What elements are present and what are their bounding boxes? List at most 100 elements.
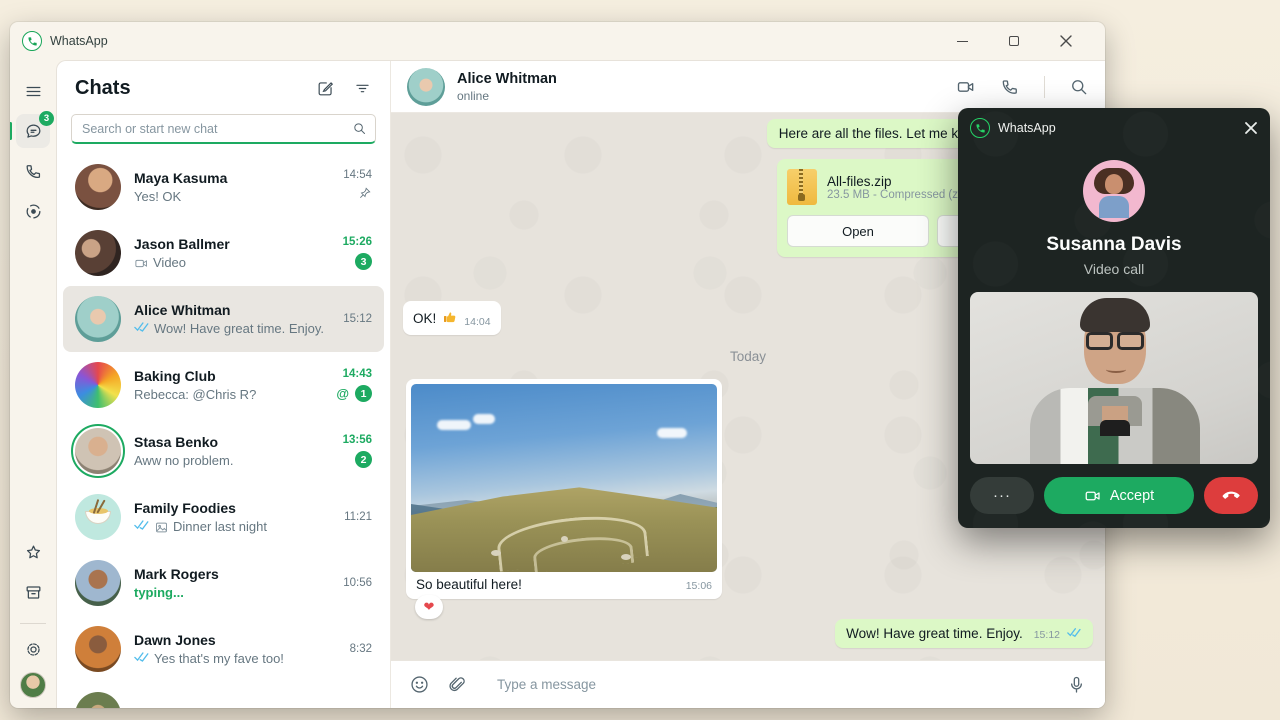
- chat-row-alice-whitman[interactable]: Alice Whitman Wow! Have great time. Enjo…: [63, 286, 384, 352]
- chat-time: 11:21: [344, 511, 372, 523]
- whatsapp-window: WhatsApp 3: [10, 22, 1105, 708]
- chat-time: 15:26: [343, 236, 372, 248]
- avatar: [75, 494, 121, 540]
- chats-title: Chats: [75, 77, 131, 100]
- avatar: [75, 296, 121, 342]
- avatar: [75, 164, 121, 210]
- close-window-button[interactable]: [1053, 28, 1079, 54]
- message-input[interactable]: [483, 677, 1050, 692]
- chat-row-stasa-benko[interactable]: Stasa Benko Aww no problem. 13:56 2: [63, 418, 384, 484]
- glasses: [1086, 332, 1144, 350]
- menu-icon[interactable]: [16, 74, 50, 108]
- message-text: OK!: [413, 311, 436, 326]
- chat-name: Dawn Jones: [134, 630, 328, 650]
- unread-badge: 1: [355, 385, 372, 402]
- attach-icon[interactable]: [446, 674, 467, 695]
- maximize-button[interactable]: [1001, 28, 1027, 54]
- thumbs-up-icon: [442, 309, 458, 328]
- search-conversation-icon[interactable]: [1069, 77, 1089, 97]
- video-icon: [134, 256, 149, 271]
- emoji-icon[interactable]: [409, 674, 430, 695]
- chat-name: Jason Ballmer: [134, 234, 328, 254]
- zip-file-icon: [787, 169, 817, 205]
- popup-app-title: WhatsApp: [998, 121, 1056, 135]
- chat-row-dawn-jones[interactable]: Dawn Jones Yes that's my fave too! 8:32: [63, 616, 384, 682]
- read-ticks-icon: [134, 650, 150, 668]
- chat-name: Baking Club: [134, 366, 328, 386]
- starred-messages-icon[interactable]: [16, 535, 50, 569]
- avatar: [75, 230, 121, 276]
- pinned-icon: [358, 186, 372, 205]
- chat-name: Stasa Benko: [134, 432, 328, 452]
- chat-time: 14:43: [343, 368, 372, 380]
- landscape-photo[interactable]: [411, 384, 717, 572]
- photo-icon: [154, 520, 169, 535]
- profile-avatar[interactable]: [20, 672, 46, 698]
- conversation-header: Alice Whitman online: [391, 61, 1105, 113]
- message-text: Wow! Have great time. Enjoy.: [846, 626, 1023, 641]
- calls-tab-icon[interactable]: [16, 154, 50, 188]
- chat-name: Family Foodies: [134, 498, 328, 518]
- chat-name: Mark Rogers: [134, 564, 328, 584]
- filter-chats-icon[interactable]: [353, 79, 372, 98]
- outgoing-message-wow[interactable]: Wow! Have great time. Enjoy. 15:12: [835, 619, 1093, 648]
- whatsapp-logo-icon: [970, 118, 990, 138]
- message-time: 15:06: [686, 580, 712, 592]
- video-icon: [1084, 487, 1102, 505]
- chat-row-family-foodies[interactable]: Family Foodies Dinner last night 11:21: [63, 484, 384, 550]
- archived-chats-icon[interactable]: [16, 575, 50, 609]
- heart-icon: ❤: [424, 599, 435, 615]
- heart-reaction[interactable]: ❤: [415, 595, 443, 619]
- conversation-avatar[interactable]: [407, 68, 445, 106]
- message-time: 15:12: [1034, 629, 1060, 641]
- call-more-options-button[interactable]: ···: [970, 477, 1034, 514]
- chat-preview: Wow! Have great time. Enjoy.: [154, 320, 324, 338]
- read-ticks-icon: [1067, 626, 1082, 641]
- chat-time: 15:12: [343, 313, 372, 325]
- chat-name: Alice Whitman: [134, 300, 328, 320]
- message-composer: [391, 660, 1105, 708]
- chats-tab-icon[interactable]: 3: [16, 114, 50, 148]
- chat-preview: Aww no problem.: [134, 452, 233, 470]
- chat-row-maya-kasuma[interactable]: Maya Kasuma Yes! OK 14:54: [63, 154, 384, 220]
- app-title: WhatsApp: [50, 34, 108, 48]
- read-ticks-icon: [134, 518, 150, 536]
- chat-name: Maya Kasuma: [134, 168, 328, 188]
- accept-call-button[interactable]: Accept: [1044, 477, 1194, 514]
- voice-call-icon[interactable]: [1000, 77, 1020, 97]
- settings-gear-icon[interactable]: [16, 632, 50, 666]
- minimize-button[interactable]: [949, 28, 975, 54]
- caller-video-preview: [970, 292, 1258, 464]
- open-file-button[interactable]: Open: [787, 215, 929, 247]
- incoming-message-ok[interactable]: OK! 14:04: [403, 301, 501, 335]
- chat-list: Maya Kasuma Yes! OK 14:54 Jason Ballmer: [57, 154, 390, 708]
- close-popup-icon[interactable]: [1244, 121, 1258, 135]
- unread-badge: 2: [355, 451, 372, 468]
- video-call-icon[interactable]: [956, 77, 976, 97]
- decline-call-button[interactable]: [1204, 477, 1258, 514]
- chat-time: 8:32: [350, 643, 372, 655]
- photo-caption: So beautiful here!: [416, 577, 522, 592]
- titlebar: WhatsApp: [10, 22, 1105, 60]
- read-ticks-icon: [134, 320, 150, 338]
- typing-indicator: typing...: [134, 584, 184, 602]
- chats-unread-badge: 3: [39, 111, 54, 126]
- chat-row-jason-ballmer[interactable]: Jason Ballmer Video 15:26 3: [63, 220, 384, 286]
- new-chat-icon[interactable]: [316, 79, 335, 98]
- chat-row-baking-club[interactable]: Baking Club Rebecca: @Chris R? 14:43 @ 1: [63, 352, 384, 418]
- chat-preview: Video: [153, 254, 186, 272]
- chat-row-mark-rogers[interactable]: Mark Rogers typing... 10:56: [63, 550, 384, 616]
- photo-message[interactable]: So beautiful here! 15:06: [406, 379, 722, 599]
- chat-time: 10:56: [343, 577, 372, 589]
- mic-icon[interactable]: [1066, 674, 1087, 695]
- whatsapp-logo-icon: [22, 31, 42, 51]
- chat-row-ziggy-woodley[interactable]: Ziggy Woodley 8:12: [63, 682, 384, 708]
- chat-preview: Yes that's my fave too!: [154, 650, 284, 668]
- conversation-name: Alice Whitman: [457, 70, 557, 88]
- status-tab-icon[interactable]: [16, 194, 50, 228]
- avatar: [75, 362, 121, 408]
- file-name: All-files.zip: [827, 174, 973, 189]
- search-input[interactable]: [71, 114, 376, 144]
- caller-avatar: [1083, 160, 1145, 222]
- chat-time: 13:56: [343, 434, 372, 446]
